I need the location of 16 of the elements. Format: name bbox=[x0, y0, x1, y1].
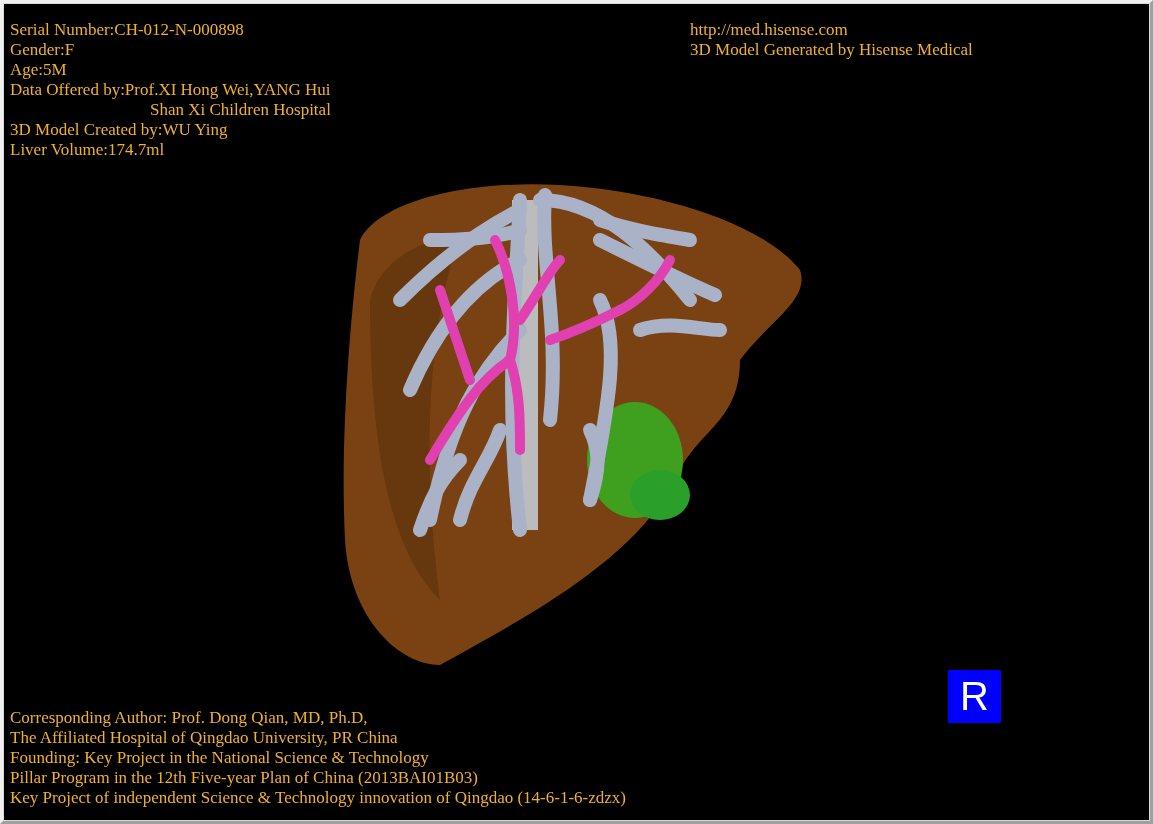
render-viewport[interactable] bbox=[4, 4, 1149, 820]
info-text: Age:5M bbox=[10, 60, 67, 80]
info-text: Data Offered by:Prof.XI Hong Wei,YANG Hui bbox=[10, 80, 331, 100]
orientation-marker: R bbox=[948, 670, 1001, 723]
info-text: 3D Model Generated by Hisense Medical bbox=[690, 40, 973, 60]
info-text: http://med.hisense.com bbox=[690, 20, 848, 40]
info-text: Gender:F bbox=[10, 40, 75, 60]
credit-text: Pillar Program in the 12th Five-year Plan of China (2013BAI01B03) bbox=[10, 768, 478, 788]
credit-text: Key Project of independent Science & Technology innovation of Qingdao (14-6-1-6-zdzx) bbox=[10, 788, 626, 808]
info-text: 3D Model Created by:WU Ying bbox=[10, 120, 228, 140]
info-text: Shan Xi Children Hospital bbox=[149, 100, 331, 120]
info-text: Serial Number:CH-012-N-000898 bbox=[10, 20, 244, 40]
credit-text: The Affiliated Hospital of Qingdao University, PR China bbox=[10, 728, 398, 748]
credit-text: Corresponding Author: Prof. Dong Qian, MD, Ph.D, bbox=[10, 708, 368, 728]
credit-text: Founding: Key Project in the National Science & Technology bbox=[10, 748, 429, 768]
info-text: Liver Volume:174.7ml bbox=[10, 140, 165, 160]
